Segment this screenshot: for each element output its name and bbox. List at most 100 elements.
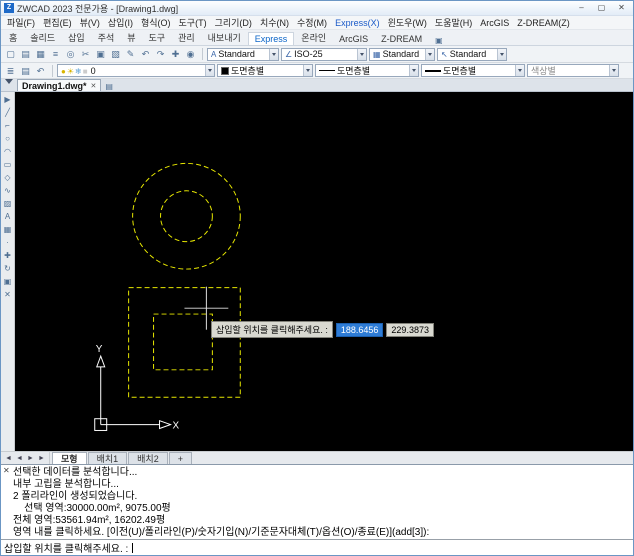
ribbon-tab[interactable]: 솔리드 — [24, 30, 61, 45]
prev-layout-icon[interactable]: ◄ — [14, 455, 25, 462]
last-layout-icon[interactable]: ► — [36, 455, 47, 462]
dynamic-input-x-field[interactable]: 188.6456 — [335, 322, 384, 337]
ribbon-tab[interactable]: 관리 — [172, 30, 201, 45]
layout-tab-model[interactable]: 모형 — [52, 452, 87, 464]
menu-item[interactable]: 윈도우(W) — [384, 16, 431, 29]
menu-item[interactable]: 도구(T) — [175, 16, 211, 29]
dim-style-icon: ∠ — [285, 49, 293, 59]
menu-item[interactable]: 그리기(D) — [211, 16, 256, 29]
polyline-icon[interactable]: ⌐ — [2, 120, 14, 132]
open-icon[interactable]: ▤ — [18, 47, 33, 61]
chevron-down-icon[interactable] — [205, 65, 214, 76]
ribbon-tab[interactable]: 삽입 — [62, 30, 91, 45]
ribbon-tab[interactable]: 뷰 — [121, 30, 141, 45]
menu-item[interactable]: Z-DREAM(Z) — [513, 18, 574, 28]
preview-icon[interactable]: ◎ — [63, 47, 78, 61]
erase-icon[interactable]: ✕ — [2, 289, 14, 301]
menu-item[interactable]: 편집(E) — [39, 16, 76, 29]
chevron-down-icon[interactable] — [425, 48, 434, 60]
chevron-down-icon[interactable] — [409, 65, 418, 76]
first-layout-icon[interactable]: ◄ — [3, 455, 14, 462]
cut-icon[interactable]: ✂ — [78, 47, 93, 61]
ribbon-tab[interactable]: 도구 — [143, 30, 172, 45]
chevron-down-icon[interactable] — [515, 65, 524, 76]
copy-icon[interactable]: ▣ — [2, 276, 14, 288]
layer-previous-icon[interactable]: ↶ — [33, 64, 48, 78]
maximize-button[interactable]: ▢ — [593, 2, 610, 14]
menu-item[interactable]: 수정(M) — [293, 16, 331, 29]
mleader-style-combo[interactable]: ↖ Standard — [437, 47, 507, 61]
menu-item[interactable]: ArcGIS — [476, 18, 513, 28]
menu-item-express[interactable]: Express(X) — [331, 18, 384, 28]
command-input-line[interactable]: 삽입할 위치를 클릭해주세요. : — [1, 539, 633, 555]
hatch-icon[interactable]: ▨ — [2, 198, 14, 210]
menu-item[interactable]: 삽입(I) — [104, 16, 137, 29]
plot-style-combo[interactable]: 색상별 — [527, 64, 619, 77]
layer-combo[interactable]: ●☀❄■ 0 — [57, 64, 215, 77]
chevron-down-icon[interactable] — [303, 65, 312, 76]
move-icon[interactable]: ✚ — [2, 250, 14, 262]
menu-item[interactable]: 도움말(H) — [431, 16, 476, 29]
chevron-down-icon[interactable] — [357, 48, 366, 60]
plot-icon[interactable]: ≡ — [48, 47, 63, 61]
ribbon-tab[interactable]: 온라인 — [295, 30, 332, 45]
layout-tab-add[interactable]: + — [168, 452, 192, 464]
document-tab[interactable]: Drawing1.dwg* ✕ — [17, 79, 102, 91]
table-icon[interactable]: ▦ — [2, 224, 14, 236]
ribbon-tab[interactable]: 내보내기 — [202, 30, 247, 45]
rotate-icon[interactable]: ↻ — [2, 263, 14, 275]
drawing-canvas[interactable]: Y X 삽입할 위치를 클릭해주세요. : 188.6456 229.3873 — [15, 92, 633, 451]
polygon-icon[interactable]: ◇ — [2, 172, 14, 184]
select-icon[interactable]: ▶ — [2, 94, 14, 106]
pan-icon[interactable]: ✚ — [168, 47, 183, 61]
lineweight-combo[interactable]: 도면층별 — [421, 64, 525, 77]
circle-icon[interactable]: ○ — [2, 133, 14, 145]
zoom-icon[interactable]: ◉ — [183, 47, 198, 61]
text-icon[interactable]: A — [2, 211, 14, 223]
dynamic-input-y-field[interactable]: 229.3873 — [386, 322, 434, 337]
new-icon[interactable]: ▢ — [3, 47, 18, 61]
match-properties-icon[interactable]: ✎ — [123, 47, 138, 61]
next-layout-icon[interactable]: ► — [25, 455, 36, 462]
ribbon-tab[interactable]: 주석 — [92, 30, 121, 45]
chevron-down-icon[interactable] — [497, 48, 506, 60]
close-icon[interactable]: ✕ — [91, 82, 97, 90]
doc-list-dropdown-icon[interactable] — [5, 79, 13, 88]
ribbon-tab[interactable]: 홈 — [3, 30, 23, 45]
layer-properties-icon[interactable]: ≣ — [3, 64, 18, 78]
command-close-icon[interactable]: ✕ — [3, 467, 10, 475]
undo-icon[interactable]: ↶ — [138, 47, 153, 61]
layout-tab-layout2[interactable]: 배치2 — [128, 452, 168, 464]
color-combo[interactable]: 도면층별 — [217, 64, 313, 77]
layer-states-icon[interactable]: ▤ — [18, 64, 33, 78]
menu-item[interactable]: 파일(F) — [3, 16, 39, 29]
point-icon[interactable]: · — [2, 237, 14, 249]
chevron-down-icon[interactable] — [609, 65, 618, 76]
copy-icon[interactable]: ▣ — [93, 47, 108, 61]
close-button[interactable]: ✕ — [613, 2, 630, 14]
ribbon-tab[interactable]: ArcGIS — [333, 33, 374, 45]
ribbon-tab[interactable]: Z-DREAM — [375, 33, 428, 45]
redo-icon[interactable]: ↷ — [153, 47, 168, 61]
command-history[interactable]: ✕ 선택한 데이터를 분석합니다... 내부 고립을 분석합니다... 2 폴리라인… — [1, 464, 633, 539]
arc-icon[interactable]: ◠ — [2, 146, 14, 158]
dim-style-combo[interactable]: ∠ ISO-25 — [281, 47, 367, 61]
menu-item[interactable]: 치수(N) — [256, 16, 293, 29]
ribbon-style-icon[interactable]: ▣ — [432, 36, 446, 45]
layout-tab-layout1[interactable]: 배치1 — [87, 452, 128, 464]
line-icon[interactable]: ╱ — [2, 107, 14, 119]
menu-item[interactable]: 형식(O) — [137, 16, 175, 29]
linetype-combo[interactable]: 도면층별 — [315, 64, 419, 77]
chevron-down-icon[interactable] — [269, 48, 278, 60]
inner-rectangle — [153, 313, 213, 371]
table-style-combo[interactable]: ▦ Standard — [369, 47, 435, 61]
rectangle-icon[interactable]: ▭ — [2, 159, 14, 171]
minimize-button[interactable]: – — [573, 2, 590, 14]
ribbon-tab-express[interactable]: Express — [247, 32, 295, 45]
text-style-combo[interactable]: A Standard — [207, 47, 279, 61]
menu-item[interactable]: 뷰(V) — [76, 16, 104, 29]
spline-icon[interactable]: ∿ — [2, 185, 14, 197]
paste-icon[interactable]: ▧ — [108, 47, 123, 61]
new-document-icon[interactable]: ▤ — [105, 82, 113, 91]
save-icon[interactable]: ▦ — [33, 47, 48, 61]
